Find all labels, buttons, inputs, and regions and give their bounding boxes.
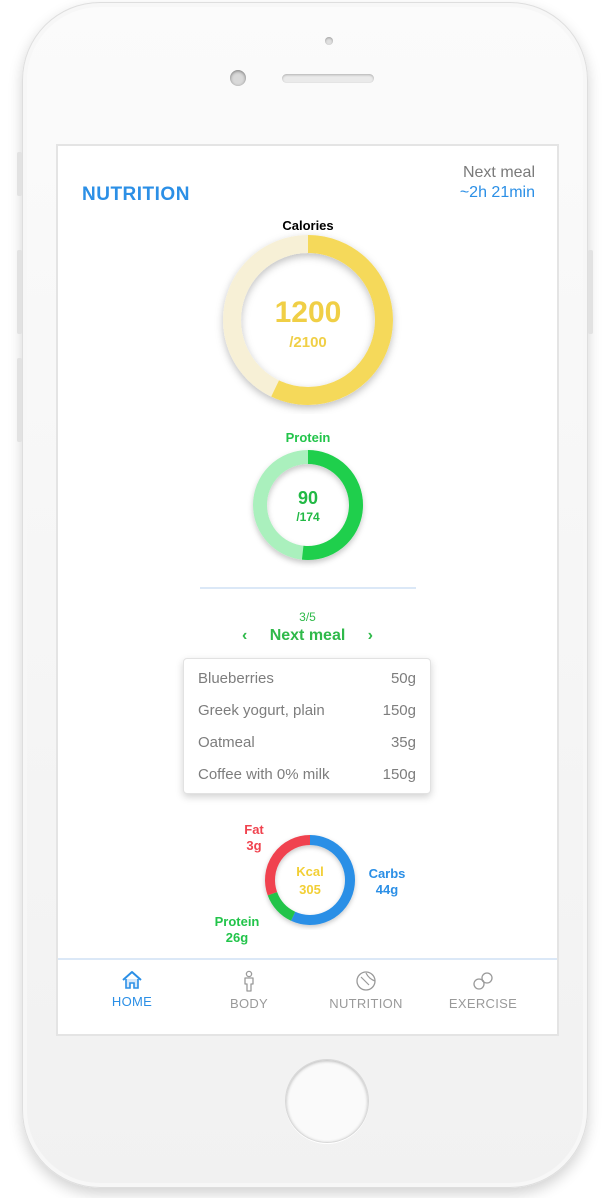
power-button[interactable] (588, 250, 593, 334)
fat-value: 3g (246, 838, 262, 853)
meal-title: Next meal (269, 627, 346, 644)
tab-body[interactable]: BODY (189, 970, 309, 1011)
mute-switch[interactable] (17, 152, 22, 196)
bottom-tab-bar: HOME BODY NUTRITION EXERCISE (58, 958, 557, 1034)
next-meal-label: Next meal (462, 164, 535, 181)
tab-label-nutrition: NUTRITION (329, 996, 403, 1011)
list-item: Coffee with 0% milk 150g (198, 759, 416, 791)
macro-carbs-segment (290, 835, 355, 925)
tab-nutrition[interactable]: NUTRITION (306, 970, 426, 1011)
body-icon (244, 970, 254, 992)
list-item: Greek yogurt, plain 150g (198, 695, 416, 727)
volume-down-button[interactable] (17, 358, 22, 442)
carbs-value: 44g (375, 882, 399, 897)
meal-item-name: Greek yogurt, plain (198, 702, 325, 719)
home-icon (122, 971, 142, 989)
next-meal-countdown: ~2h 21min (459, 184, 535, 201)
meal-items-card: Blueberries 50g Greek yogurt, plain 150g O… (183, 658, 431, 794)
calories-goal: /2100 (289, 334, 327, 351)
tab-label-exercise: EXERCISE (448, 996, 518, 1011)
list-item: Oatmeal 35g (198, 727, 416, 759)
carbs-label: Carbs 44g (360, 866, 414, 898)
chevron-left-icon[interactable]: ‹ (234, 627, 256, 645)
calories-value: 1200 (274, 296, 342, 329)
meal-navigator: ‹ Next meal › (58, 627, 557, 645)
meal-item-name: Coffee with 0% milk (198, 766, 330, 783)
fat-name: Fat (244, 822, 264, 837)
meal-item-amount: 150g (382, 766, 416, 783)
tab-label-body: BODY (229, 996, 269, 1011)
volume-up-button[interactable] (17, 250, 22, 334)
protein-value: 90 (297, 488, 319, 508)
chevron-right-icon[interactable]: › (359, 627, 381, 645)
meal-item-amount: 50g (390, 670, 416, 687)
fat-label: Fat 3g (234, 822, 274, 854)
tab-label-home: HOME (111, 994, 153, 1009)
tab-home[interactable]: HOME (72, 970, 192, 1009)
protein-label: Protein (285, 430, 331, 445)
exercise-icon (473, 972, 493, 990)
macro-center-value: 305 (299, 882, 321, 897)
home-button[interactable] (285, 1059, 369, 1143)
carbs-name: Carbs (368, 866, 406, 881)
macro-protein-segment (267, 891, 296, 921)
section-divider (200, 587, 416, 589)
earpiece-speaker (282, 74, 374, 83)
app-screen: NUTRITION Next meal ~2h 21min Calories 1… (56, 144, 559, 1036)
meal-item-amount: 35g (390, 734, 416, 751)
macro-center-label: Kcal (296, 864, 324, 879)
protein-macro-label: Protein 26g (204, 914, 270, 946)
meal-counter: 3/5 (299, 610, 316, 624)
meal-item-amount: 150g (382, 702, 416, 719)
meal-item-name: Oatmeal (198, 734, 255, 751)
front-camera (230, 70, 246, 86)
protein-macro-value: 26g (225, 930, 249, 945)
page-title: NUTRITION (82, 184, 190, 205)
protein-macro-name: Protein (214, 914, 260, 929)
protein-goal: /174 (296, 510, 320, 524)
tab-exercise[interactable]: EXERCISE (423, 970, 543, 1011)
meal-item-name: Blueberries (198, 670, 274, 687)
list-item: Blueberries 50g (198, 663, 416, 695)
proximity-sensor (325, 37, 333, 45)
nutrition-icon (356, 971, 376, 991)
